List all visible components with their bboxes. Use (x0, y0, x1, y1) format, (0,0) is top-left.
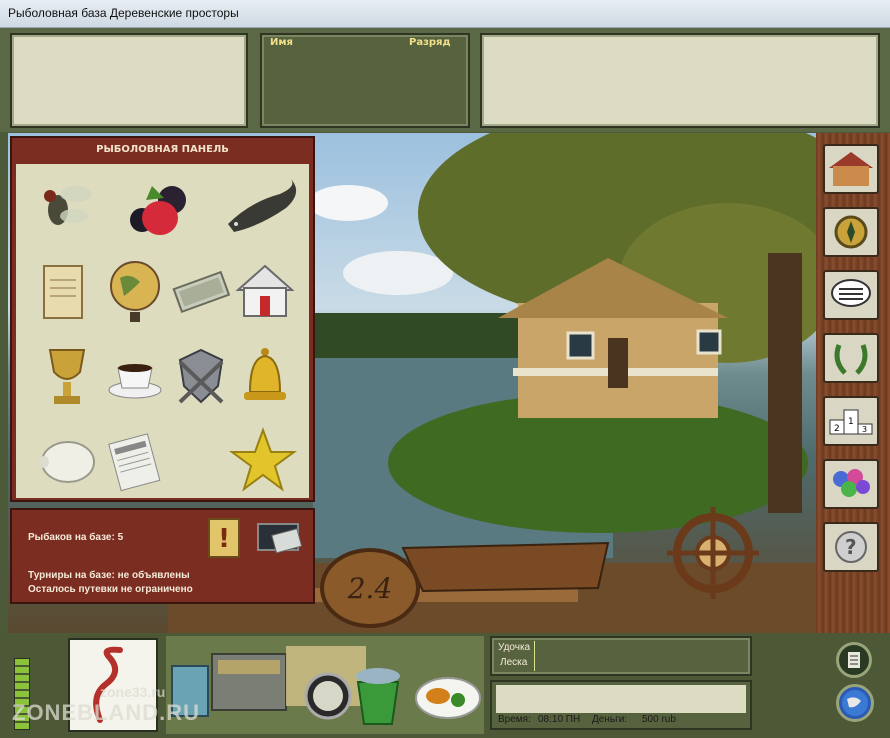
star-icon[interactable] (228, 426, 298, 500)
fly-icon[interactable] (28, 172, 98, 246)
piggy-bank-icon[interactable] (32, 426, 102, 500)
tournaments-status: Турниры на базе: не объявлены (28, 570, 190, 581)
emblem-icon[interactable] (166, 342, 236, 416)
fishing-panel: РЫБОЛОВНАЯ ПАНЕЛЬ (10, 136, 315, 502)
base-info-panel: Рыбаков на базе: 5 Турниры на базе: не о… (10, 508, 315, 604)
name-column-label: Имя (270, 37, 293, 48)
svg-text:3: 3 (862, 425, 867, 434)
menu-button[interactable] (836, 642, 872, 678)
trophy-cup-icon[interactable] (32, 342, 102, 416)
people-icon (833, 469, 870, 497)
svg-text:?: ? (845, 535, 857, 559)
menu-icon (848, 652, 860, 668)
mail-icon[interactable] (256, 520, 304, 556)
window-title: Рыболовная база Деревенские просторы (8, 6, 239, 20)
version-sign: 2.4 (320, 548, 420, 628)
compass-icon (304, 672, 352, 720)
watermark-small: zone33.ru (100, 684, 166, 700)
sidebar-help-button[interactable]: ? (823, 522, 879, 572)
sidebar-chat-button[interactable] (823, 270, 879, 320)
sidebar-laurel-button[interactable] (823, 333, 879, 383)
status-panel: Время: 08:10 ПН Деньги: 500 rub (490, 680, 752, 730)
globe-icon[interactable] (100, 256, 170, 330)
status-display (496, 685, 746, 713)
compass-icon (834, 215, 868, 249)
tackle-box-icon (211, 653, 287, 711)
fishing-panel-title: РЫБОЛОВНАЯ ПАНЕЛЬ (96, 144, 229, 155)
help-icon: ? (835, 531, 867, 563)
vouchers-status: Осталось путевки не ограничено (28, 584, 193, 595)
version-sign-text: 2.4 (347, 572, 393, 605)
bell-icon[interactable] (230, 342, 300, 416)
time-label: Время: (498, 714, 531, 725)
money-value: 500 rub (642, 714, 676, 725)
svg-text:1: 1 (848, 417, 854, 427)
podium-icon: 12 3 (829, 409, 873, 435)
newspaper-icon[interactable] (100, 426, 170, 500)
money-icon[interactable] (166, 256, 236, 330)
fishers-count: Рыбаков на базе: 5 (28, 532, 124, 543)
rod-label: Удочка (498, 642, 531, 653)
laurel-icon (834, 344, 868, 375)
certificate-icon[interactable] (28, 256, 98, 330)
house-icon[interactable] (230, 256, 300, 330)
equipment-tray (166, 636, 484, 734)
sidebar-podium-button[interactable]: 12 3 (823, 396, 879, 446)
bucket-icon (356, 668, 400, 725)
coffee-cup-icon[interactable] (100, 342, 170, 416)
window-titlebar[interactable]: Рыболовная база Деревенские просторы (0, 0, 890, 28)
world-map-button[interactable] (836, 684, 874, 722)
sidebar-house-button[interactable] (823, 144, 879, 194)
top-left-panel (10, 33, 248, 128)
catfish-icon[interactable] (220, 172, 297, 246)
svg-text:2: 2 (834, 424, 840, 434)
house-icon (829, 152, 873, 186)
chat-icon (831, 279, 871, 307)
watermark-large: ZONEBLAND.RU (12, 700, 200, 725)
player-list-panel: Имя Разряд (260, 33, 470, 128)
fishing-panel-grid (16, 164, 309, 498)
globe-icon (842, 690, 868, 716)
tackle-panel: Удочка Леска (490, 636, 752, 676)
rank-column-label: Разряд (409, 37, 451, 48)
alert-icon[interactable]: ! (208, 518, 240, 558)
line-label: Леска (500, 657, 528, 668)
sidebar-compass-button[interactable] (823, 207, 879, 257)
money-label: Деньги: (592, 714, 628, 725)
tackle-divider (534, 641, 535, 671)
food-plate-icon (415, 677, 481, 719)
time-value: 08:10 ПН (538, 714, 581, 725)
sidebar-people-button[interactable] (823, 459, 879, 509)
chat-panel (480, 33, 880, 128)
berries-icon[interactable] (124, 172, 194, 246)
